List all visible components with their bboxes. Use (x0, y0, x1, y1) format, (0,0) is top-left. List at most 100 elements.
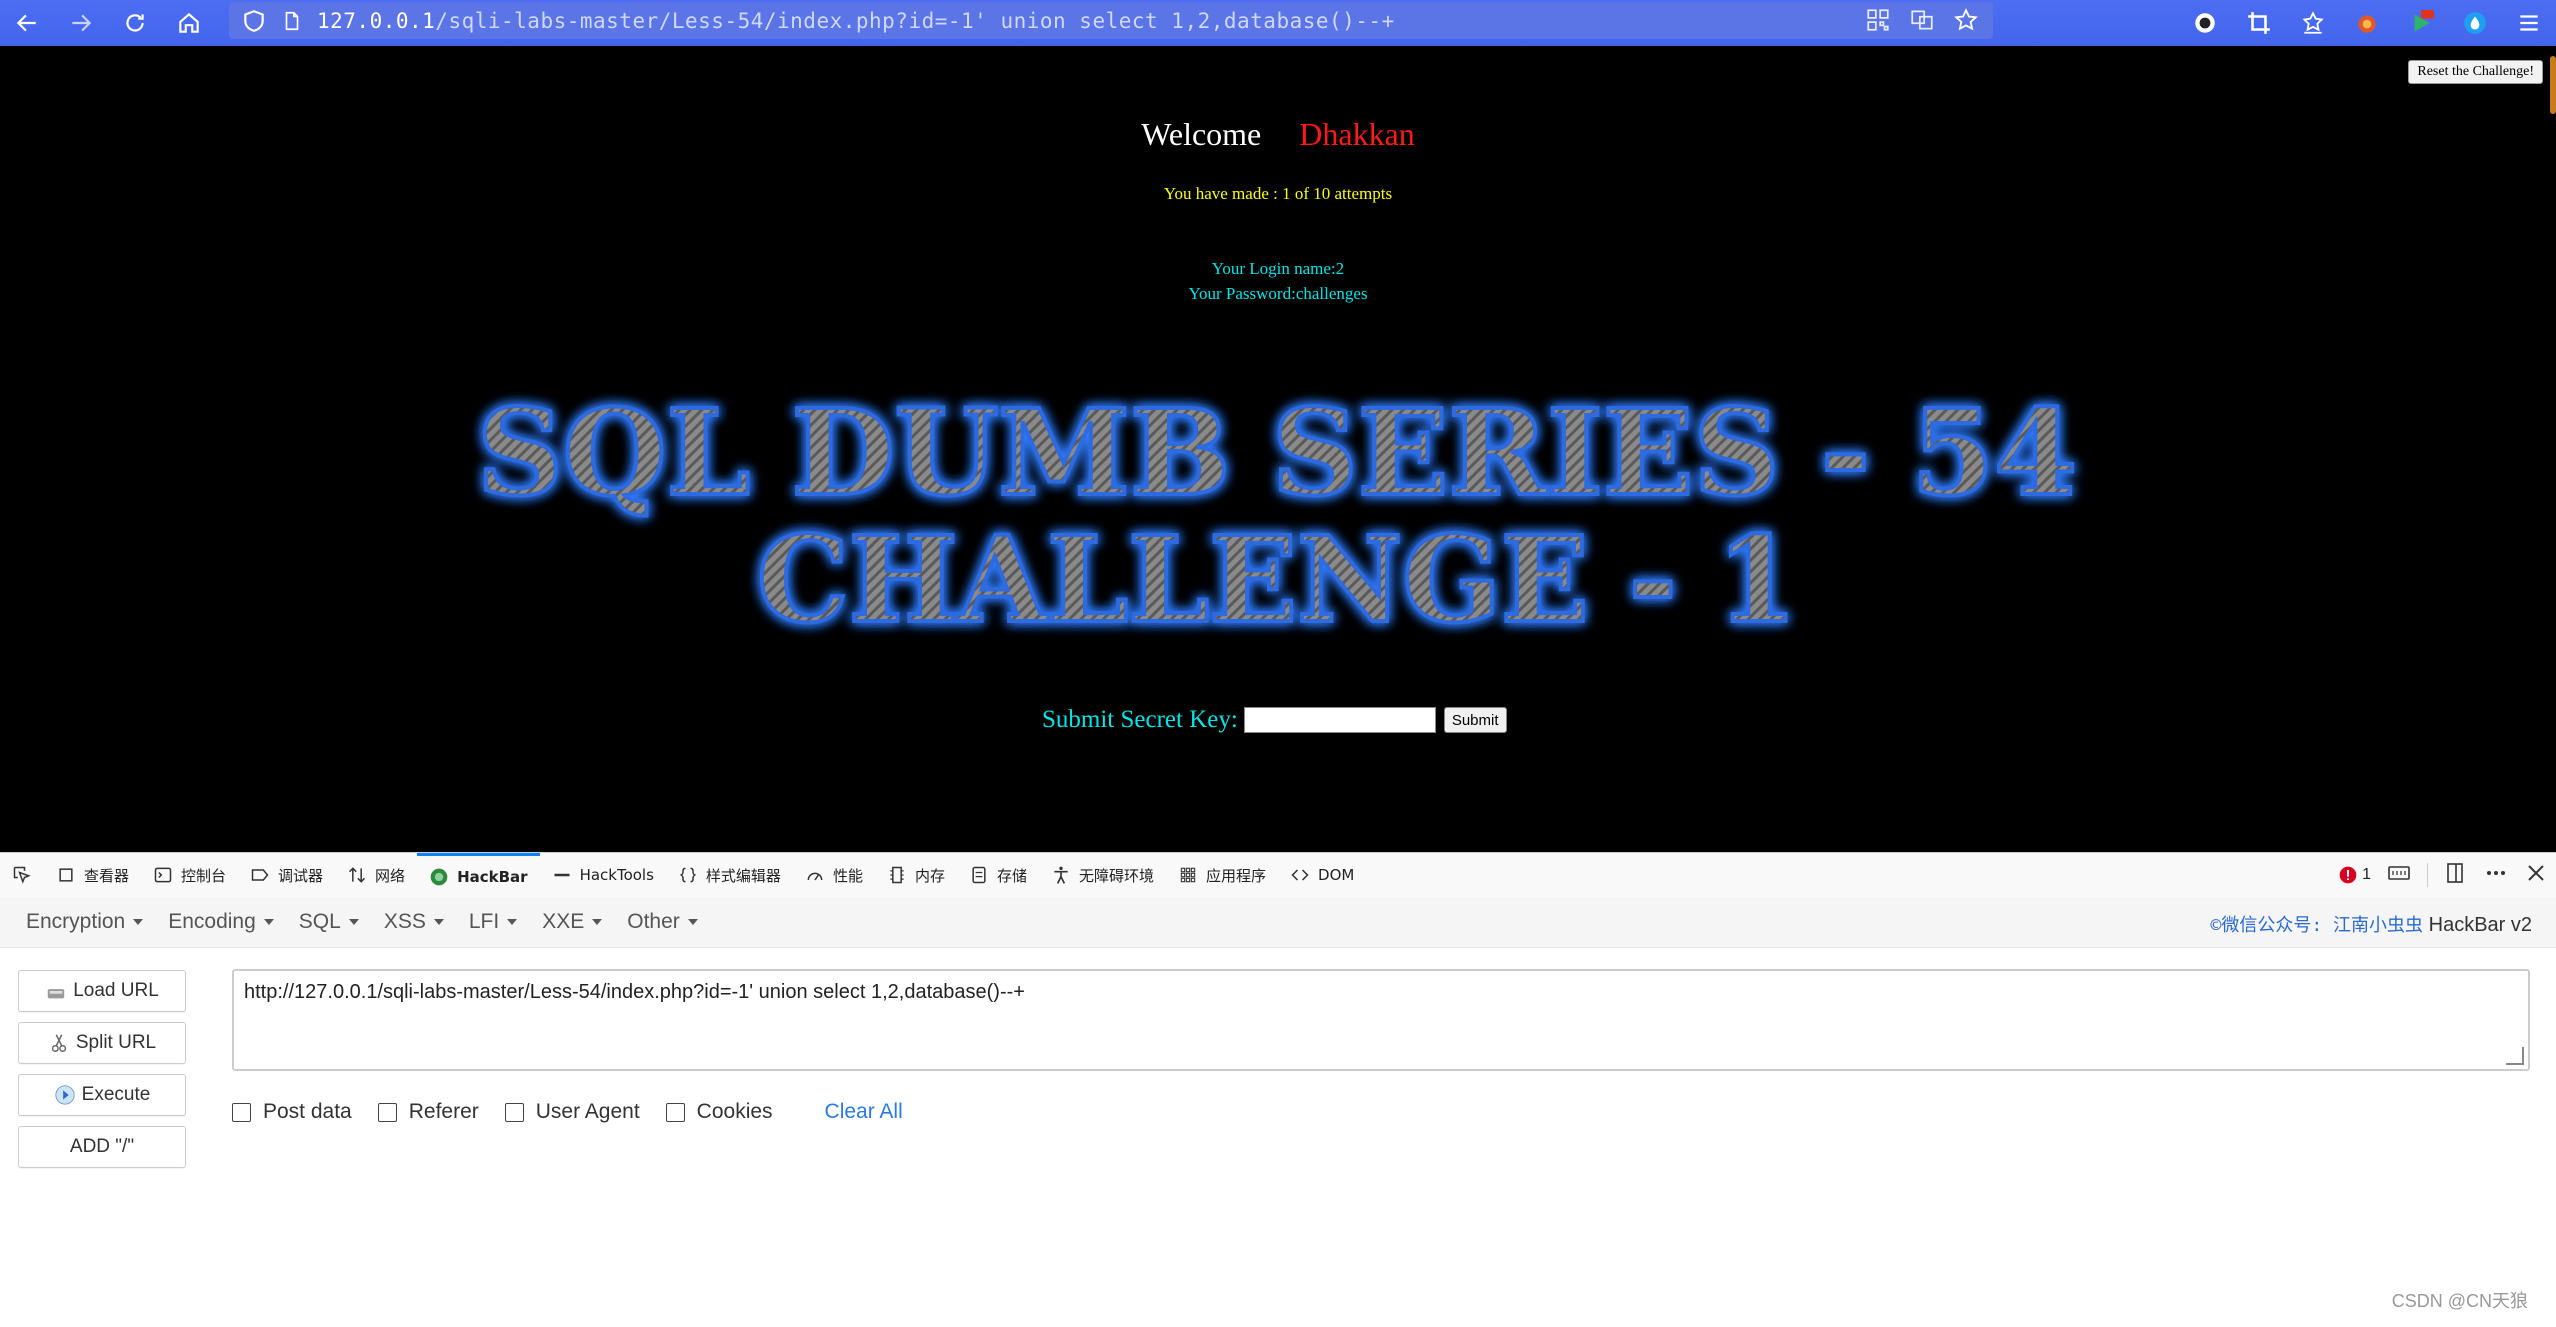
menu-label: LFI (468, 910, 500, 933)
submit-button[interactable]: Submit (1443, 707, 1507, 733)
tab-label: 存储 (996, 866, 1027, 885)
element-picker[interactable] (0, 853, 44, 897)
menu-xss[interactable]: XSS (384, 910, 444, 934)
shield-icon[interactable] (241, 8, 267, 34)
user-agent-checkbox[interactable]: User Agent (504, 1100, 640, 1124)
back-button[interactable] (0, 0, 54, 46)
page-icon (285, 11, 299, 30)
menu-xxe[interactable]: XXE (542, 910, 603, 934)
translate-icon[interactable] (1909, 7, 1935, 33)
close-icon[interactable] (2524, 861, 2548, 890)
tab-performance[interactable]: 性能 (793, 853, 875, 897)
menu-other[interactable]: Other (627, 910, 698, 934)
tab-label: 查看器 (84, 866, 130, 885)
responsive-icon[interactable] (2387, 861, 2411, 890)
tab-console[interactable]: 控制台 (141, 853, 238, 897)
caret-down-icon (687, 919, 698, 925)
tab-memory[interactable]: 内存 (875, 853, 957, 897)
checkbox-box[interactable] (504, 1102, 524, 1122)
crop-screenshot-icon[interactable] (2232, 0, 2286, 46)
grid-icon (1180, 867, 1196, 883)
home-icon (179, 12, 199, 33)
checkbox-box[interactable] (232, 1102, 251, 1122)
url-path: /sqli-labs-master/Less-54/index.php?id=-… (435, 8, 1395, 33)
reload-button[interactable] (108, 0, 162, 46)
menu-encryption[interactable]: Encryption (26, 910, 144, 934)
url-textarea[interactable]: http://127.0.0.1/sqli-labs-master/Less-5… (232, 969, 2530, 1071)
split-url-button[interactable]: Split URL (18, 1022, 186, 1064)
secret-key-form: Submit Secret Key: Submit (1042, 706, 1507, 734)
url-host: 127.0.0.1 (317, 8, 436, 33)
secret-key-label: Submit Secret Key: (1042, 706, 1238, 733)
add-slash-button[interactable]: ADD "/" (18, 1126, 186, 1168)
tab-style-editor[interactable]: 样式编辑器 (666, 853, 793, 897)
secret-key-input[interactable] (1243, 707, 1436, 733)
caret-down-icon (133, 919, 144, 925)
menu-sql[interactable]: SQL (299, 910, 359, 934)
tab-inspector[interactable]: 查看器 (44, 853, 141, 897)
referer-checkbox[interactable]: Referer (377, 1100, 479, 1124)
bookmark-star-icon[interactable] (1953, 7, 1979, 33)
brand-wechat: ©微信公众号: 江南小虫虫 (2210, 915, 2424, 936)
tab-hacktools[interactable]: HackTools (540, 853, 666, 897)
login-password: Your Password:challenges (1188, 284, 1368, 303)
tab-dom[interactable]: DOM (1278, 853, 1366, 897)
caret-down-icon (348, 919, 359, 925)
browser-toolbar: 127.0.0.1/sqli-labs-master/Less-54/index… (0, 0, 2556, 46)
post-data-checkbox[interactable]: Post data (232, 1100, 352, 1124)
hackbar-panel: Encryption Encoding SQL XSS LFI XXE Othe… (0, 897, 2556, 1327)
tab-application[interactable]: 应用程序 (1166, 853, 1278, 897)
home-button[interactable] (162, 0, 216, 46)
tab-label: HackBar (457, 867, 528, 886)
split-url-label: Split URL (75, 1032, 157, 1053)
hackbar-options: Post data Referer User Agent Cookies Cle… (232, 1100, 903, 1124)
challenge-title-banner: SQL DUMB SERIES - 54 CHALLENGE - 1 (475, 381, 2079, 651)
checkbox-box[interactable] (665, 1102, 685, 1122)
extension-play-icon[interactable] (2394, 0, 2448, 46)
execute-button[interactable]: Execute (18, 1074, 186, 1116)
scrollbar-thumb[interactable] (2550, 56, 2556, 114)
tab-debugger[interactable]: 调试器 (238, 853, 335, 897)
user-name: Dhakkan (1299, 116, 1415, 152)
menu-encoding[interactable]: Encoding (168, 910, 274, 934)
dock-icon[interactable] (2444, 861, 2468, 890)
address-bar[interactable]: 127.0.0.1/sqli-labs-master/Less-54/index… (229, 2, 1993, 39)
menu-icon[interactable] (2502, 0, 2556, 46)
title-line-1: SQL DUMB SERIES - 54 (477, 383, 2077, 522)
play-icon (55, 1085, 75, 1105)
tab-label: 无障碍环境 (1078, 866, 1154, 885)
extension-drop-icon[interactable] (2448, 0, 2502, 46)
caret-down-icon (433, 919, 444, 925)
more-options-icon[interactable] (2484, 861, 2508, 890)
collections-icon[interactable] (2286, 0, 2340, 46)
forward-button[interactable] (54, 0, 108, 46)
error-count[interactable]: 1 (2338, 865, 2371, 885)
checkbox-box[interactable] (377, 1102, 397, 1122)
tab-label: 内存 (914, 866, 945, 885)
tab-label: 调试器 (278, 866, 324, 885)
load-url-button[interactable]: Load URL (18, 970, 186, 1012)
debugger-icon (251, 869, 269, 881)
clear-all-link[interactable]: Clear All (825, 1100, 903, 1124)
resize-grip-icon[interactable] (2506, 1047, 2524, 1065)
url-text[interactable]: 127.0.0.1/sqli-labs-master/Less-54/index… (317, 9, 1395, 33)
tab-hackbar[interactable]: HackBar (417, 853, 540, 897)
menu-label: Encoding (168, 910, 256, 933)
tab-accessibility[interactable]: 无障碍环境 (1039, 853, 1166, 897)
menu-label: Encryption (26, 910, 126, 933)
cookies-checkbox[interactable]: Cookies (665, 1100, 773, 1124)
tab-label: DOM (1318, 866, 1355, 884)
extension-dark-reader-icon[interactable] (2178, 0, 2232, 46)
login-info: Your Login name:2 Your Password:challeng… (0, 256, 2556, 306)
extension-fox-icon[interactable] (2340, 0, 2394, 46)
load-icon (47, 989, 65, 999)
qr-code-icon[interactable] (1865, 7, 1891, 33)
tab-storage[interactable]: 存储 (957, 853, 1039, 897)
error-icon (2339, 866, 2357, 884)
load-url-label: Load URL (73, 980, 159, 1001)
tab-network[interactable]: 网络 (335, 853, 417, 897)
tab-label: HackTools (579, 866, 654, 884)
gauge-icon (807, 872, 823, 881)
reset-challenge-button[interactable]: Reset the Challenge! (2408, 60, 2543, 84)
menu-lfi[interactable]: LFI (468, 910, 518, 934)
